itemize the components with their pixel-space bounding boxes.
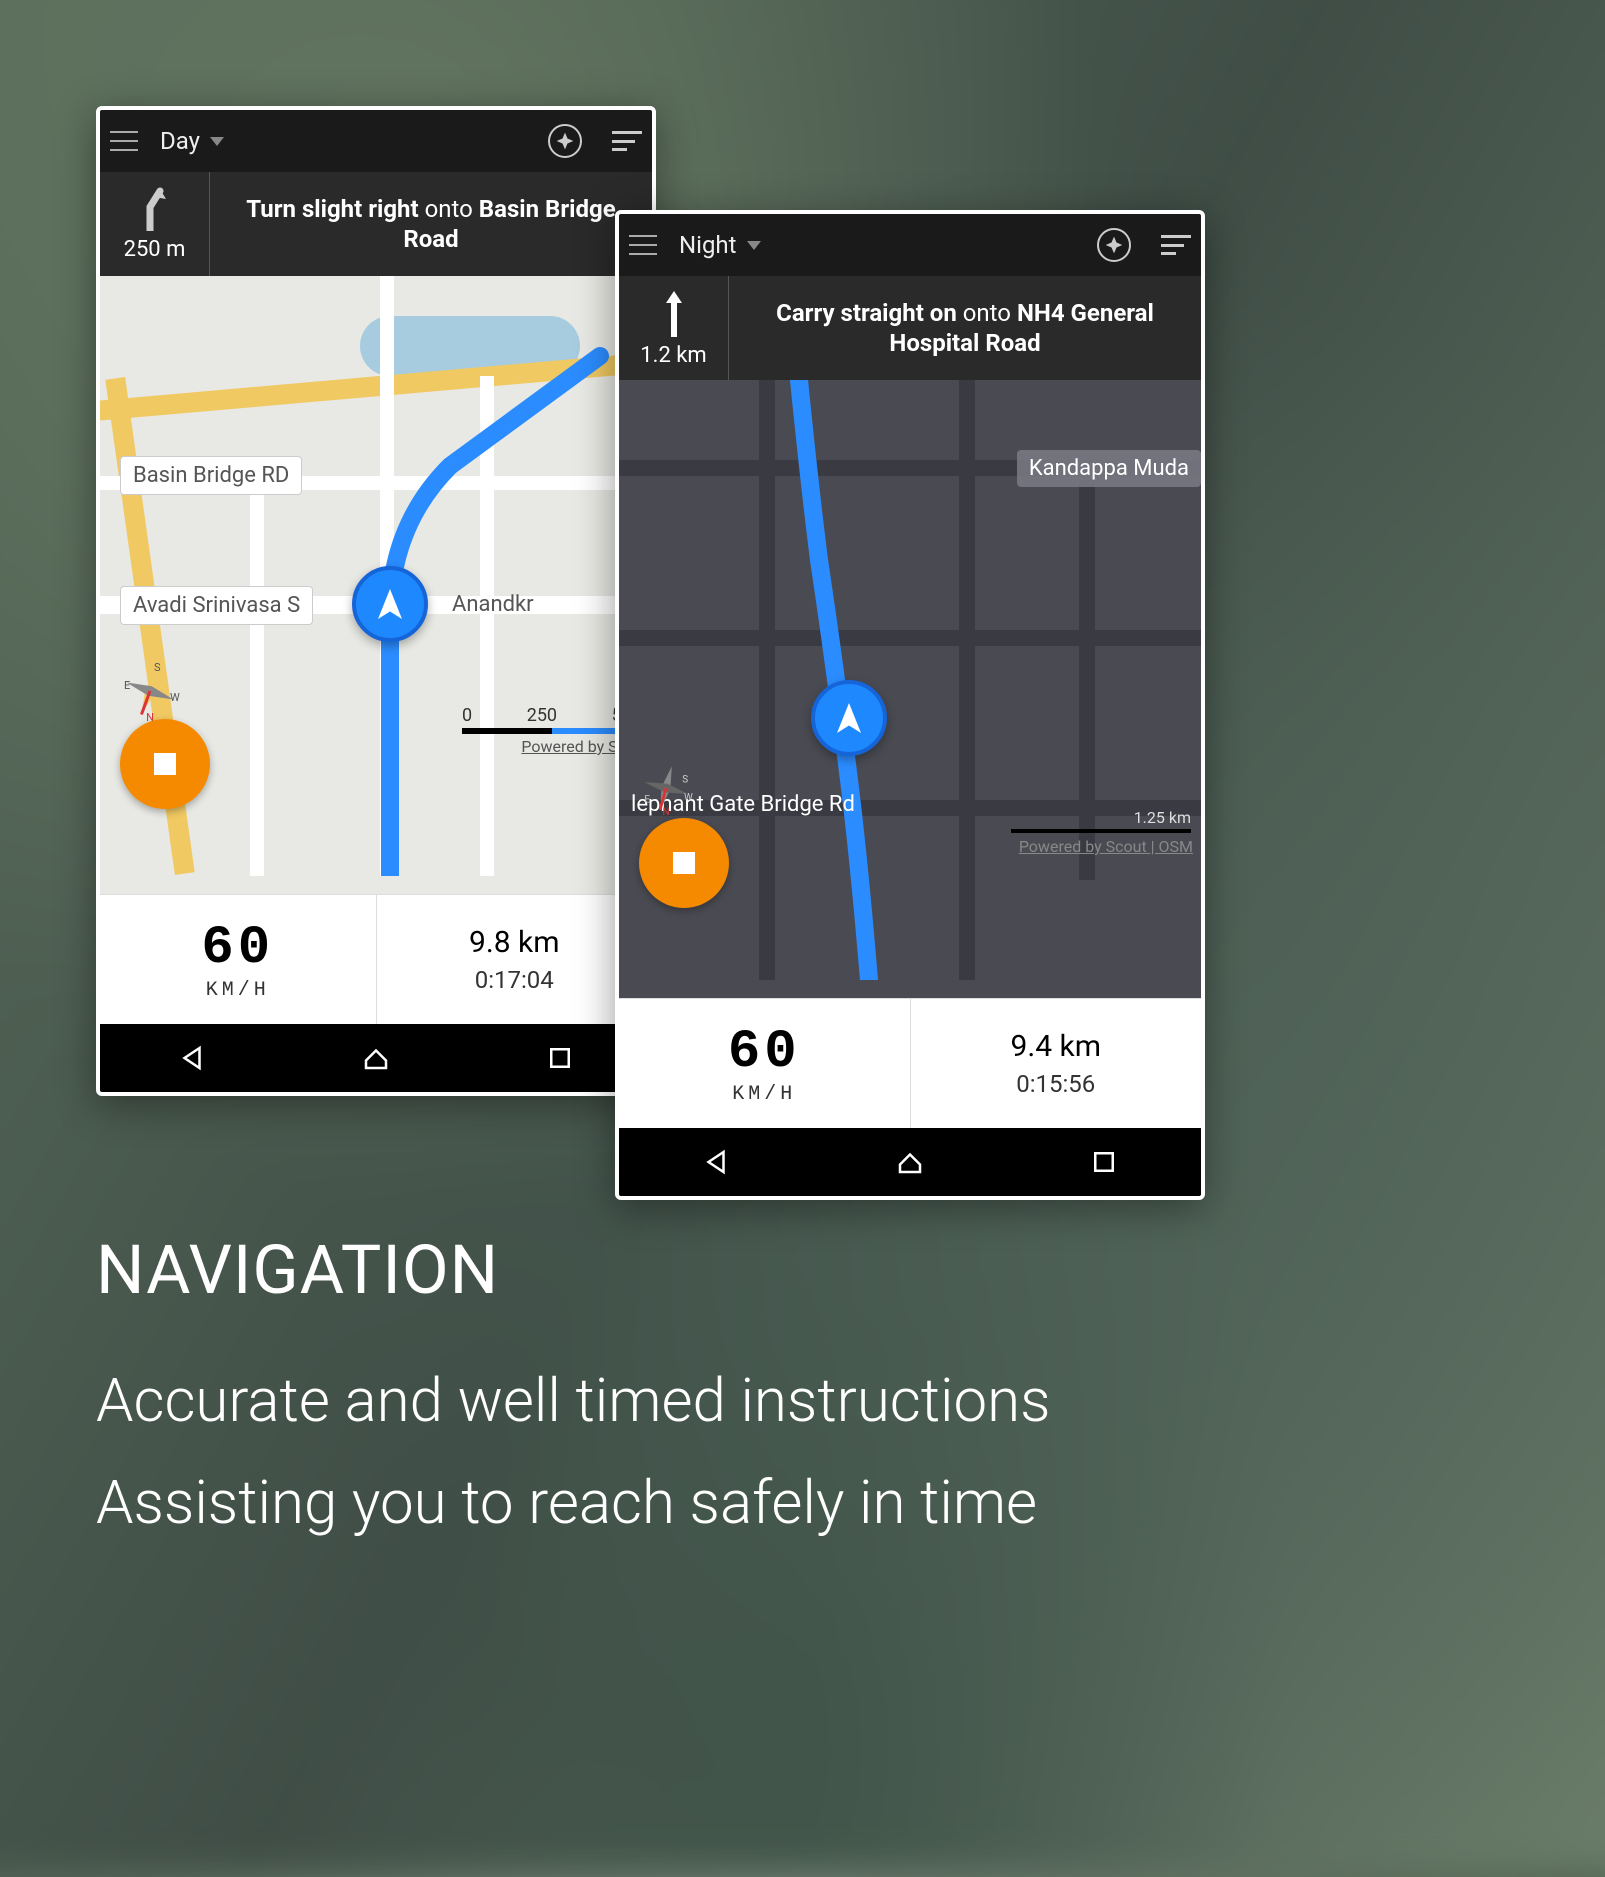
svg-text:W: W <box>170 691 180 704</box>
instruction-panel: 1.2 km Carry straight on onto NH4 Genera… <box>619 276 1201 380</box>
hamburger-icon[interactable] <box>110 131 138 151</box>
chevron-down-icon <box>747 241 761 250</box>
eta-display: 9.4 km 0:15:56 <box>911 999 1202 1128</box>
current-position-marker <box>352 566 428 642</box>
recent-icon[interactable] <box>545 1043 575 1073</box>
stop-icon <box>673 852 695 874</box>
hamburger-icon[interactable] <box>629 235 657 255</box>
compass-icon <box>1104 235 1124 255</box>
compass-rose-icon: N S E W <box>639 761 693 818</box>
chevron-down-icon <box>210 137 224 146</box>
home-icon[interactable] <box>895 1147 925 1177</box>
recent-icon[interactable] <box>1089 1147 1119 1177</box>
instruction-action: Turn slight right <box>246 195 418 223</box>
eta-distance: 9.4 km <box>1010 1029 1101 1064</box>
map-view[interactable]: Kandappa Muda lephant Gate Bridge Rd N S… <box>619 380 1201 998</box>
filter-button[interactable] <box>612 131 642 151</box>
marketing-text: NAVIGATION Accurate and well timed instr… <box>96 1230 1051 1554</box>
road-label: Basin Bridge RD <box>120 456 302 495</box>
road-label: Avadi Srinivasa S <box>120 586 313 625</box>
speed-value: 60 <box>728 1022 801 1083</box>
back-icon[interactable] <box>177 1043 207 1073</box>
svg-text:W: W <box>684 793 693 804</box>
instruction-connector: onto <box>957 299 1017 327</box>
scale-label: 1.25 km <box>1134 808 1191 827</box>
map-attribution[interactable]: Powered by Scout | OSM <box>1019 837 1193 856</box>
marketing-heading: NAVIGATION <box>96 1230 1051 1310</box>
mode-selector[interactable]: Day <box>160 127 224 155</box>
instruction-text: Carry straight on onto NH4 General Hospi… <box>729 276 1201 380</box>
instruction-text: Turn slight right onto Basin Bridge Road <box>210 172 652 276</box>
eta-display: 9.8 km 0:17:04 <box>377 895 653 1024</box>
svg-text:S: S <box>154 661 161 674</box>
instruction-action: Carry straight on <box>776 299 957 327</box>
svg-text:E: E <box>644 794 650 805</box>
bottom-info-panel: 60 KM/H 9.4 km 0:15:56 <box>619 998 1201 1128</box>
road-label: Kandappa Muda <box>1017 450 1201 487</box>
back-icon[interactable] <box>701 1147 731 1177</box>
speed-display: 60 KM/H <box>100 895 377 1024</box>
map-view[interactable]: Basin Bridge RD Avadi Srinivasa S Anandk… <box>100 276 652 894</box>
phone-day: Day 250 m Turn slight right onto Basin B… <box>96 106 656 1096</box>
stop-button[interactable] <box>639 818 729 908</box>
filter-button[interactable] <box>1161 235 1191 255</box>
marketing-line1: Accurate and well timed instructions <box>96 1350 1051 1452</box>
road-label: Anandkr <box>440 586 546 623</box>
eta-time: 0:15:56 <box>1016 1070 1095 1098</box>
instruction-distance: 250 m <box>100 172 210 276</box>
bottom-info-panel: 60 KM/H 9.8 km 0:17:04 <box>100 894 652 1024</box>
speed-display: 60 KM/H <box>619 999 911 1128</box>
speed-unit: KM/H <box>732 1083 796 1106</box>
stop-button[interactable] <box>120 719 210 809</box>
distance-value: 1.2 km <box>640 343 706 368</box>
compass-rose-icon: N E W S <box>120 661 180 724</box>
svg-text:E: E <box>124 679 130 692</box>
speed-value: 60 <box>201 918 274 979</box>
instruction-connector: onto <box>419 195 479 223</box>
svg-text:N: N <box>662 807 669 815</box>
speed-unit: KM/H <box>206 979 270 1002</box>
topbar: Day <box>100 110 652 172</box>
scale-bar: 1.25 km <box>1011 808 1191 833</box>
home-icon[interactable] <box>361 1043 391 1073</box>
turn-slight-right-icon <box>140 187 170 231</box>
scale-tick: 250 <box>527 705 557 726</box>
instruction-distance: 1.2 km <box>619 276 729 380</box>
svg-text:S: S <box>682 775 688 786</box>
compass-icon <box>555 131 575 151</box>
mode-selector[interactable]: Night <box>679 231 761 259</box>
android-nav-bar <box>100 1024 652 1092</box>
android-nav-bar <box>619 1128 1201 1196</box>
distance-value: 250 m <box>124 237 186 262</box>
straight-arrow-icon <box>664 289 684 337</box>
instruction-panel: 250 m Turn slight right onto Basin Bridg… <box>100 172 652 276</box>
compass-button[interactable] <box>548 124 582 158</box>
mode-label: Night <box>679 231 737 259</box>
compass-button[interactable] <box>1097 228 1131 262</box>
marketing-line2: Assisting you to reach safely in time <box>96 1452 1051 1554</box>
scale-tick: 0 <box>462 705 472 726</box>
topbar: Night <box>619 214 1201 276</box>
eta-time: 0:17:04 <box>475 966 554 994</box>
mode-label: Day <box>160 127 200 155</box>
phone-night: Night 1.2 km Carry straight on onto NH4 … <box>615 210 1205 1200</box>
eta-distance: 9.8 km <box>469 925 560 960</box>
stop-icon <box>154 753 176 775</box>
current-position-marker <box>811 680 887 756</box>
